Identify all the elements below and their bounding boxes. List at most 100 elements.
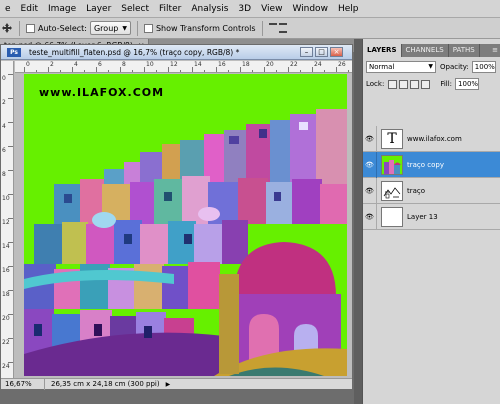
ruler-label: 14 bbox=[194, 61, 202, 68]
auto-select-checkbox[interactable] bbox=[26, 23, 35, 33]
layer-name: www.ilafox.com bbox=[407, 134, 462, 143]
ruler-horizontal[interactable]: 0 2 4 6 8 10 12 14 16 18 20 22 24 26 bbox=[15, 61, 352, 73]
blend-mode-dropdown[interactable]: Normal ▼ bbox=[366, 61, 436, 73]
eye-icon[interactable]: 👁 bbox=[363, 125, 377, 152]
zoom-level[interactable]: 16,67% bbox=[1, 378, 45, 390]
ruler-tick bbox=[336, 67, 337, 72]
ruler-tick bbox=[240, 67, 241, 72]
panel-menu-icon[interactable]: ≡ bbox=[492, 44, 500, 57]
ruler-label: 0 bbox=[26, 61, 30, 68]
eye-icon[interactable]: 👁 bbox=[363, 177, 377, 204]
align-icons[interactable] bbox=[268, 23, 287, 33]
canvas-area[interactable]: www.ILAFOX.COM bbox=[15, 74, 352, 376]
ruler-tick bbox=[36, 70, 37, 72]
ruler-label: 16 bbox=[218, 61, 226, 68]
auto-select-value: Group bbox=[93, 23, 119, 33]
status-arrow-icon[interactable]: ▶ bbox=[166, 381, 171, 388]
menu-3d[interactable]: 3D bbox=[233, 0, 256, 18]
lock-position-icon[interactable] bbox=[410, 79, 420, 89]
artwork-canvas[interactable]: www.ILAFOX.COM bbox=[24, 74, 347, 376]
ruler-label: 4 bbox=[2, 123, 6, 130]
ruler-tick bbox=[8, 122, 13, 123]
ruler-tick bbox=[348, 70, 349, 72]
eye-icon[interactable]: 👁 bbox=[363, 151, 377, 178]
show-transform-controls-label: Show Transform Controls bbox=[155, 23, 256, 33]
fill-label: Fill: bbox=[440, 80, 453, 88]
ruler-tick bbox=[264, 67, 265, 72]
ruler-tick bbox=[120, 67, 121, 72]
ruler-label: 16 bbox=[2, 267, 10, 274]
layer-row-traco-copy[interactable]: 👁 traço copy bbox=[363, 151, 500, 178]
menu-window[interactable]: Window bbox=[287, 0, 333, 18]
chevron-down-icon: ▼ bbox=[428, 63, 433, 70]
opacity-label: Opacity: bbox=[440, 63, 469, 71]
ruler-label: 8 bbox=[2, 171, 6, 178]
blend-mode-value: Normal bbox=[369, 63, 395, 71]
menu-file[interactable]: e bbox=[0, 0, 16, 18]
tab-channels[interactable]: CHANNELS bbox=[402, 44, 449, 57]
move-tool-icon[interactable] bbox=[1, 22, 13, 34]
ruler-tick bbox=[96, 67, 97, 72]
ruler-label: 20 bbox=[266, 61, 274, 68]
ruler-label: 10 bbox=[2, 195, 10, 202]
options-separator bbox=[261, 20, 263, 36]
ruler-tick bbox=[276, 70, 277, 72]
menu-help[interactable]: Help bbox=[333, 0, 364, 18]
menu-layer[interactable]: Layer bbox=[81, 0, 116, 18]
ruler-tick bbox=[108, 70, 109, 72]
ruler-label: 14 bbox=[2, 243, 10, 250]
fill-input[interactable]: 100% bbox=[455, 78, 480, 90]
lock-label: Lock: bbox=[366, 80, 385, 88]
menu-edit[interactable]: Edit bbox=[16, 0, 43, 18]
ruler-label: 10 bbox=[146, 61, 154, 68]
maximize-icon[interactable]: □ bbox=[315, 47, 328, 57]
ruler-tick bbox=[288, 67, 289, 72]
lock-transparency-icon[interactable] bbox=[388, 79, 398, 89]
panel-dock-divider bbox=[354, 39, 362, 404]
ruler-label: 12 bbox=[2, 219, 10, 226]
layer-name: traço copy bbox=[407, 160, 444, 169]
ruler-tick bbox=[144, 67, 145, 72]
ruler-label: 18 bbox=[2, 291, 10, 298]
ruler-tick bbox=[8, 146, 13, 147]
ruler-tick bbox=[168, 67, 169, 72]
ruler-tick bbox=[216, 67, 217, 72]
eye-icon[interactable]: 👁 bbox=[363, 203, 377, 230]
panel-tabs: LAYERS CHANNELS PATHS ≡ bbox=[363, 44, 500, 57]
layer-row-www-ilafox[interactable]: 👁 T www.ilafox.com bbox=[363, 125, 500, 152]
document-title: teste_multifill_flaten.psd @ 16,7% (traç… bbox=[29, 47, 240, 57]
document-title-bar[interactable]: Ps teste_multifill_flaten.psd @ 16,7% (t… bbox=[1, 45, 352, 60]
show-transform-controls-checkbox[interactable] bbox=[143, 23, 153, 33]
ruler-tick bbox=[300, 70, 301, 72]
menu-view[interactable]: View bbox=[256, 0, 287, 18]
opacity-input[interactable]: 100% bbox=[471, 61, 496, 73]
ruler-tick bbox=[72, 67, 73, 72]
menu-select[interactable]: Select bbox=[116, 0, 154, 18]
layer-row-layer-13[interactable]: 👁 Layer 13 bbox=[363, 203, 500, 230]
minimize-icon[interactable]: – bbox=[300, 47, 313, 57]
chevron-down-icon: ▼ bbox=[122, 24, 127, 32]
lock-row: Lock: Fill: 100% bbox=[363, 76, 500, 92]
menu-image[interactable]: Image bbox=[43, 0, 81, 18]
lock-all-icon[interactable] bbox=[421, 79, 431, 89]
ruler-label: 24 bbox=[2, 363, 10, 370]
tab-paths[interactable]: PATHS bbox=[449, 44, 480, 57]
options-separator bbox=[19, 20, 20, 36]
ruler-vertical[interactable]: 0 2 4 6 8 10 12 14 16 18 20 22 24 bbox=[1, 61, 14, 379]
ruler-tick bbox=[252, 70, 253, 72]
ruler-label: 6 bbox=[98, 61, 102, 68]
ruler-tick bbox=[60, 70, 61, 72]
document-window: Ps teste_multifill_flaten.psd @ 16,7% (t… bbox=[0, 44, 353, 390]
layer-row-traco[interactable]: 👁 traço bbox=[363, 177, 500, 204]
ruler-tick bbox=[156, 70, 157, 72]
ruler-label: 24 bbox=[314, 61, 322, 68]
auto-select-dropdown[interactable]: Group ▼ bbox=[89, 21, 131, 35]
ruler-tick bbox=[8, 74, 13, 75]
ruler-tick bbox=[324, 70, 325, 72]
menu-filter[interactable]: Filter bbox=[154, 0, 186, 18]
menu-analysis[interactable]: Analysis bbox=[186, 0, 233, 18]
tab-layers[interactable]: LAYERS bbox=[363, 44, 402, 57]
lock-image-icon[interactable] bbox=[399, 79, 409, 89]
close-icon[interactable]: × bbox=[330, 47, 343, 57]
ruler-tick bbox=[24, 67, 25, 72]
